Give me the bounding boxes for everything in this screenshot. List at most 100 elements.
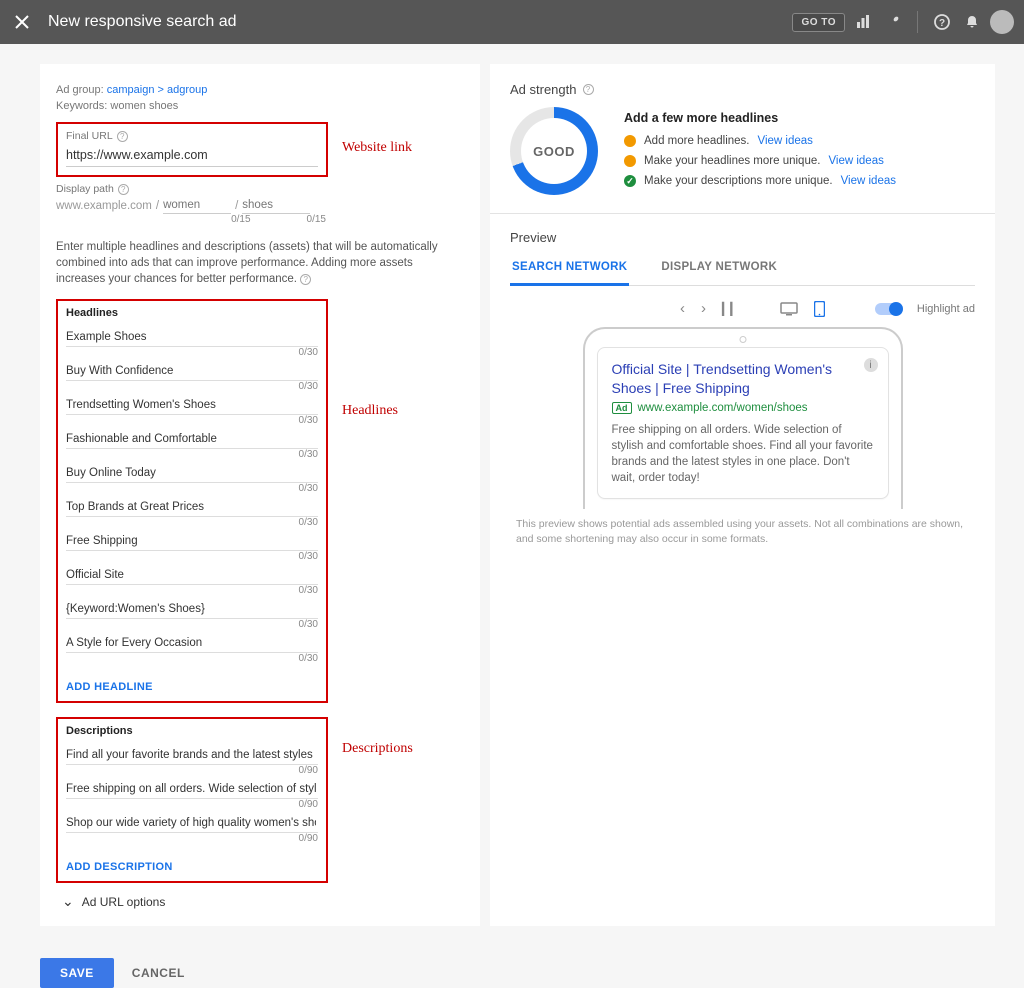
topbar: New responsive search ad GO TO ? [0,0,1024,44]
url-options-toggle[interactable]: ⌄ Ad URL options [62,893,464,910]
phone-notch [739,336,746,343]
avatar[interactable] [990,10,1014,34]
help-circle-icon[interactable]: ? [118,184,129,195]
headline-row[interactable]: Free Shipping0/30 [66,529,318,551]
url-options-label: Ad URL options [82,895,166,909]
preview-controls: ‹ › ▎▎ Highlight ad [510,300,975,317]
display-path-domain: www.example.com [56,200,152,212]
headline-row[interactable]: Buy With Confidence0/30 [66,359,318,381]
ad-display-url: www.example.com/women/shoes [638,402,808,414]
description-row[interactable]: Shop our wide variety of high quality wo… [66,811,318,833]
adgroup-label: Ad group: [56,84,104,96]
view-ideas-link[interactable]: View ideas [757,135,812,147]
next-ad-button[interactable]: › [701,300,706,317]
headline-counter: 0/30 [299,619,318,630]
mobile-icon[interactable] [814,301,825,317]
topbar-actions: GO TO ? [792,10,1014,34]
headline-text: A Style for Every Occasion [66,637,316,649]
help-circle-icon[interactable]: ? [583,84,594,95]
suggestions: Add a few more headlines Add more headli… [624,107,896,195]
descriptions-title: Descriptions [66,725,318,737]
headline-row[interactable]: Official Site0/30 [66,563,318,585]
help-icon[interactable]: ? [930,10,954,34]
descriptions-box: Descriptions Find all your favorite bran… [56,717,328,883]
help-circle-icon[interactable]: ? [300,274,311,285]
goto-button[interactable]: GO TO [792,13,845,32]
description-row[interactable]: Free shipping on all orders. Wide select… [66,777,318,799]
right-panel: Ad strength ? GOOD Add a few more headli… [490,64,995,926]
headline-counter: 0/30 [299,449,318,460]
dp-counter-1: 0/15 [231,214,250,225]
callout-descriptions: Descriptions [342,741,413,757]
display-path-seg1[interactable]: women [163,197,231,214]
description-row[interactable]: Find all your favorite brands and the la… [66,743,318,765]
pause-icon[interactable]: ▎▎ [722,302,738,316]
page-title: New responsive search ad [48,13,792,31]
info-icon[interactable]: i [864,358,878,372]
tab-display-network[interactable]: DISPLAY NETWORK [659,261,779,285]
add-headline-button[interactable]: ADD HEADLINE [66,681,153,693]
close-icon[interactable] [10,10,34,34]
keywords-value: women shoes [110,100,178,112]
desktop-icon[interactable] [780,302,798,316]
ad-headline: Official Site | Trendsetting Women's Sho… [612,360,874,398]
view-ideas-link[interactable]: View ideas [828,155,883,167]
adgroup-line: Ad group: campaign > adgroup [56,84,464,96]
ad-strength-value: GOOD [533,144,575,159]
headline-text: Example Shoes [66,331,316,343]
final-url-input[interactable] [66,144,318,167]
final-url-box: Final URL ? [56,122,328,177]
suggestion-row: ✓ Make your descriptions more unique. Vi… [624,175,896,187]
save-button[interactable]: SAVE [40,958,114,988]
headline-counter: 0/30 [299,585,318,596]
left-panel: Ad group: campaign > adgroup Keywords: w… [40,64,480,926]
adgroup-link[interactable]: adgroup [167,84,207,96]
page-body: Ad group: campaign > adgroup Keywords: w… [0,44,1024,946]
headline-row[interactable]: Trendsetting Women's Shoes0/30 [66,393,318,415]
status-dot-check: ✓ [624,175,636,187]
headline-counter: 0/30 [299,483,318,494]
help-circle-icon[interactable]: ? [117,131,128,142]
prev-ad-button[interactable]: ‹ [680,300,685,317]
description-counter: 0/90 [299,765,318,776]
headline-text: Top Brands at Great Prices [66,501,316,513]
highlight-toggle[interactable] [875,303,901,315]
bell-icon[interactable] [960,10,984,34]
display-path-label: Display path [56,183,114,195]
add-description-button[interactable]: ADD DESCRIPTION [66,861,173,873]
headline-row[interactable]: Fashionable and Comfortable0/30 [66,427,318,449]
headline-counter: 0/30 [299,415,318,426]
display-path: Display path ? www.example.com / women /… [56,183,328,225]
status-dot-orange [624,155,636,167]
wrench-icon[interactable] [881,10,905,34]
campaign-link[interactable]: campaign [107,84,155,96]
keywords-line: Keywords: women shoes [56,100,464,112]
headline-row[interactable]: Top Brands at Great Prices0/30 [66,495,318,517]
headline-counter: 0/30 [299,517,318,528]
bar-chart-icon[interactable] [851,10,875,34]
divider [490,213,995,214]
headline-row[interactable]: Buy Online Today0/30 [66,461,318,483]
dp-counter-2: 0/15 [307,214,326,225]
status-dot-orange [624,135,636,147]
assets-helper-text: Enter multiple headlines and description… [56,239,464,287]
suggestion-row: Make your headlines more unique. View id… [624,155,896,167]
headline-row[interactable]: Example Shoes0/30 [66,325,318,347]
headline-row[interactable]: A Style for Every Occasion0/30 [66,631,318,653]
gt: > [158,84,164,96]
suggestion-row: Add more headlines. View ideas [624,135,896,147]
final-url-label: Final URL ? [66,130,318,142]
headline-row[interactable]: {Keyword:Women's Shoes}0/30 [66,597,318,619]
callout-website-link: Website link [342,140,412,156]
preview-tabs: SEARCH NETWORK DISPLAY NETWORK [510,261,975,286]
tab-search-network[interactable]: SEARCH NETWORK [510,261,629,286]
chevron-down-icon: ⌄ [62,893,74,910]
view-ideas-link[interactable]: View ideas [841,175,896,187]
ad-description: Free shipping on all orders. Wide select… [612,422,874,486]
headlines-box: Headlines Example Shoes0/30Buy With Conf… [56,299,328,703]
ad-strength-gauge: GOOD [510,107,598,195]
cancel-button[interactable]: CANCEL [132,966,185,980]
preview-note: This preview shows potential ads assembl… [510,517,975,546]
headline-text: Free Shipping [66,535,316,547]
display-path-seg2[interactable]: shoes [242,197,310,214]
